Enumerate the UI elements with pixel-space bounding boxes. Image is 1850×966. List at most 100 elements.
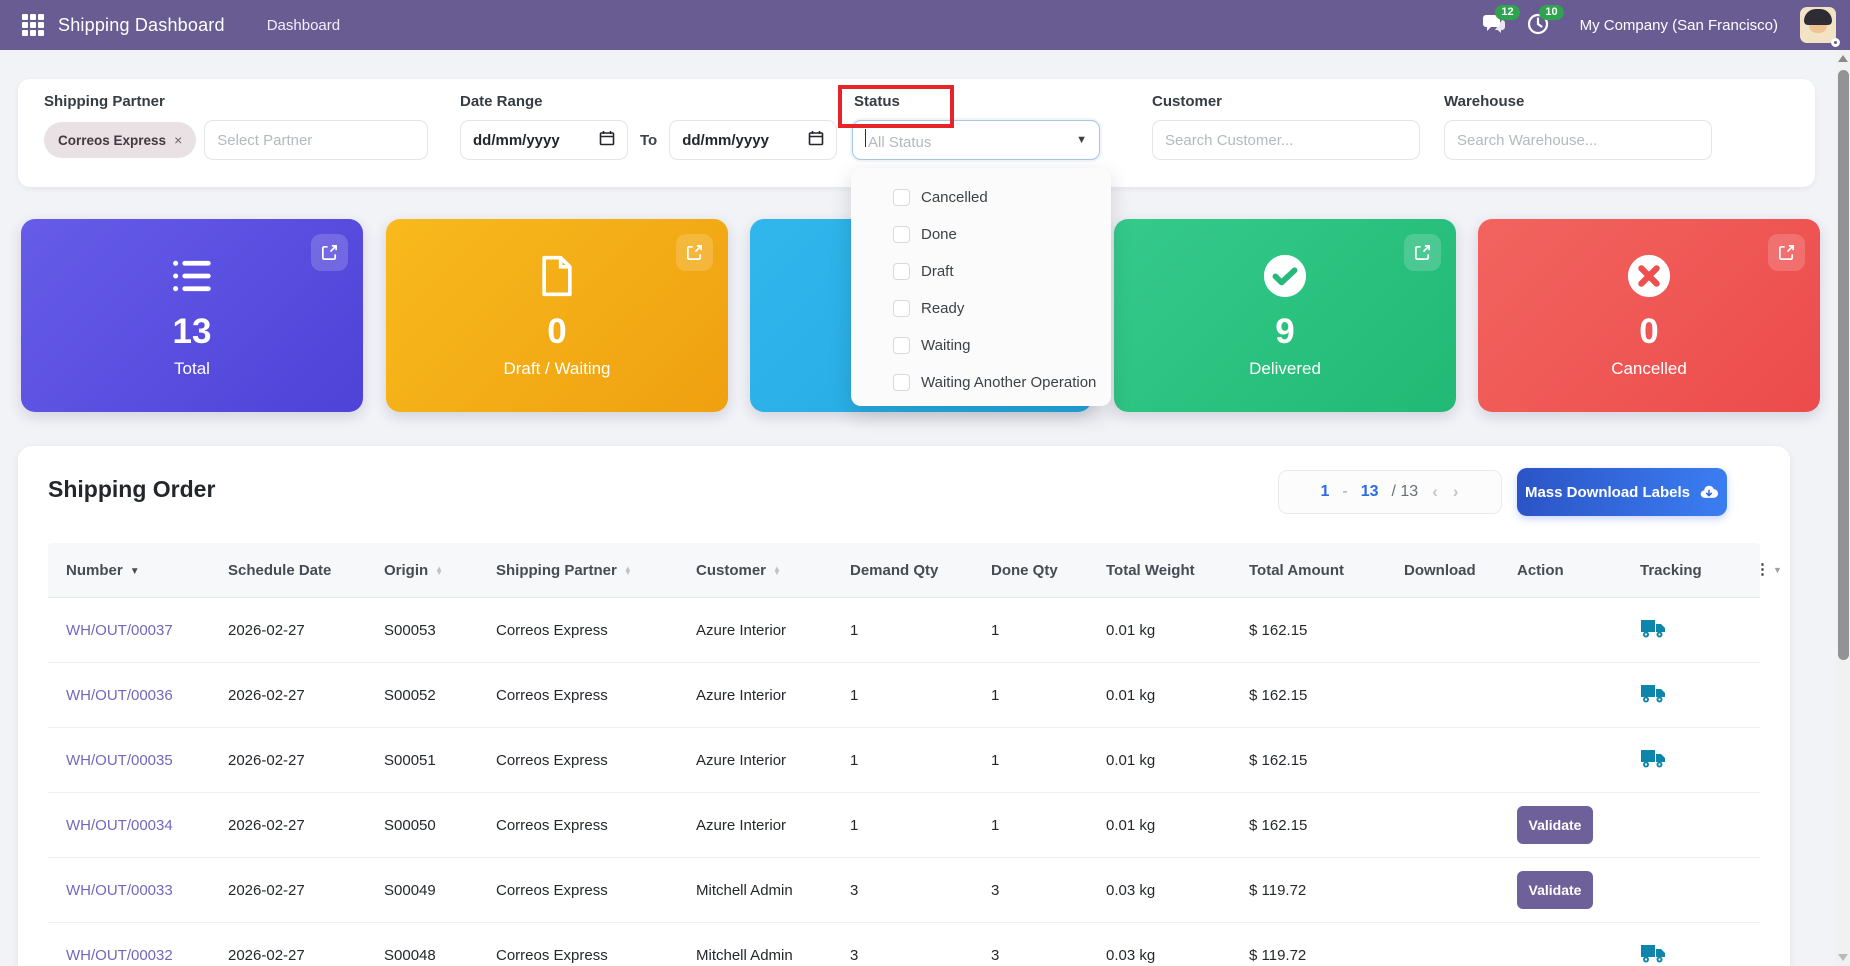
order-number-link[interactable]: WH/OUT/00034	[48, 817, 210, 834]
col-action: Action	[1499, 562, 1622, 579]
menu-dashboard[interactable]: Dashboard	[267, 17, 340, 34]
shipping-partner-placeholder: Select Partner	[217, 132, 312, 149]
truck-icon[interactable]	[1640, 617, 1666, 639]
validate-button[interactable]: Validate	[1517, 871, 1593, 909]
date-to-input[interactable]: dd/mm/yyyy	[669, 120, 837, 160]
stat-label-draft-waiting: Draft / Waiting	[503, 359, 610, 379]
checkbox[interactable]	[893, 337, 910, 354]
check-circle-icon	[1262, 252, 1308, 300]
cell-action: Validate	[1499, 871, 1622, 909]
status-option-waiting-another-operation[interactable]: Waiting Another Operation	[851, 364, 1111, 401]
col-total-weight: Total Weight	[1088, 562, 1231, 579]
pager-end[interactable]: 13	[1361, 483, 1379, 501]
cell-done-qty: 1	[973, 622, 1088, 639]
tag-remove-icon[interactable]: ×	[174, 132, 182, 148]
order-number-link[interactable]: WH/OUT/00033	[48, 882, 210, 899]
top-navbar: Shipping Dashboard Dashboard 12 10 My Co…	[0, 0, 1850, 50]
pager-prev-icon[interactable]: ‹	[1431, 482, 1439, 502]
option-label: Cancelled	[921, 189, 988, 206]
open-records-button[interactable]	[676, 234, 713, 271]
col-customer[interactable]: Customer▲▼	[678, 562, 832, 579]
stat-card-draft-waiting[interactable]: 0 Draft / Waiting	[386, 219, 728, 412]
customer-input[interactable]: Search Customer...	[1152, 120, 1420, 160]
option-label: Ready	[921, 300, 964, 317]
col-origin[interactable]: Origin▲▼	[366, 562, 478, 579]
checkbox[interactable]	[893, 374, 910, 391]
scrollbar-thumb[interactable]	[1838, 70, 1849, 660]
col-number[interactable]: Number▼	[48, 562, 210, 579]
order-number-link[interactable]: WH/OUT/00036	[48, 687, 210, 704]
calendar-icon[interactable]	[599, 130, 615, 150]
company-switcher[interactable]: My Company (San Francisco)	[1580, 17, 1778, 34]
validate-button[interactable]: Validate	[1517, 806, 1593, 844]
activities-icon[interactable]: 10	[1526, 12, 1552, 38]
sort-desc-icon[interactable]: ▼	[130, 566, 140, 577]
checkbox[interactable]	[893, 263, 910, 280]
pager-start[interactable]: 1	[1320, 483, 1329, 501]
shipping-partner-tag[interactable]: Correos Express ×	[44, 122, 196, 158]
truck-icon[interactable]	[1640, 747, 1666, 769]
col-shipping-partner[interactable]: Shipping Partner▲▼	[478, 562, 678, 579]
table-row: WH/OUT/00034 2026-02-27 S00050 Correos E…	[48, 793, 1760, 858]
apps-grid-icon[interactable]	[22, 14, 44, 36]
cell-total-weight: 0.01 kg	[1088, 622, 1231, 639]
open-records-button[interactable]	[311, 234, 348, 271]
x-circle-icon	[1626, 252, 1672, 300]
cell-customer: Mitchell Admin	[678, 947, 832, 964]
scroll-up-arrow[interactable]	[1838, 55, 1848, 62]
stat-label-delivered: Delivered	[1249, 359, 1321, 379]
checkbox[interactable]	[893, 226, 910, 243]
warehouse-input[interactable]: Search Warehouse...	[1444, 120, 1712, 160]
tag-label: Correos Express	[58, 133, 166, 148]
sort-icon[interactable]: ▲▼	[435, 567, 443, 575]
messages-icon[interactable]: 12	[1482, 12, 1508, 38]
optional-columns-button[interactable]: ⋮▼	[1737, 565, 1780, 575]
cell-origin: S00053	[366, 622, 478, 639]
checkbox[interactable]	[893, 189, 910, 206]
option-label: Draft	[921, 263, 954, 280]
mass-download-labels-button[interactable]: Mass Download Labels	[1517, 468, 1727, 516]
stat-card-delivered[interactable]: 9 Delivered	[1114, 219, 1456, 412]
table-row: WH/OUT/00032 2026-02-27 S00048 Correos E…	[48, 923, 1760, 966]
stat-value-cancelled: 0	[1639, 314, 1658, 349]
cell-customer: Azure Interior	[678, 687, 832, 704]
status-option-draft[interactable]: Draft	[851, 253, 1111, 290]
order-number-link[interactable]: WH/OUT/00032	[48, 947, 210, 964]
sort-icon[interactable]: ▲▼	[773, 567, 781, 575]
col-download: Download	[1386, 562, 1499, 579]
order-number-link[interactable]: WH/OUT/00035	[48, 752, 210, 769]
stat-card-total[interactable]: 13 Total	[21, 219, 363, 412]
sort-icon[interactable]: ▲▼	[624, 567, 632, 575]
col-schedule-date[interactable]: Schedule Date	[210, 562, 366, 579]
date-from-input[interactable]: dd/mm/yyyy	[460, 120, 628, 160]
checkbox[interactable]	[893, 300, 910, 317]
open-records-button[interactable]	[1404, 234, 1441, 271]
status-input[interactable]: All Status ▼	[852, 120, 1100, 160]
truck-icon[interactable]	[1640, 682, 1666, 704]
stat-card-cancelled[interactable]: 0 Cancelled	[1478, 219, 1820, 412]
external-link-icon	[1777, 243, 1796, 262]
cell-total-amount: $ 119.72	[1231, 947, 1386, 964]
cell-shipping-partner: Correos Express	[478, 817, 678, 834]
truck-icon[interactable]	[1640, 942, 1666, 964]
vertical-scrollbar[interactable]	[1836, 50, 1850, 966]
status-option-ready[interactable]: Ready	[851, 290, 1111, 327]
order-number-link[interactable]: WH/OUT/00037	[48, 622, 210, 639]
cloud-download-icon	[1699, 482, 1719, 502]
calendar-icon[interactable]	[808, 130, 824, 150]
open-records-button[interactable]	[1768, 234, 1805, 271]
cell-schedule-date: 2026-02-27	[210, 622, 366, 639]
shipping-partner-input[interactable]: Select Partner	[204, 120, 428, 160]
status-option-cancelled[interactable]: Cancelled	[851, 179, 1111, 216]
scroll-down-arrow[interactable]	[1838, 954, 1848, 961]
chevron-down-icon[interactable]: ▼	[1076, 134, 1087, 146]
col-done-qty: Done Qty	[973, 562, 1088, 579]
status-option-waiting[interactable]: Waiting	[851, 327, 1111, 364]
pager-next-icon[interactable]: ›	[1452, 482, 1460, 502]
pager: 1 - 13 / 13 ‹ ›	[1278, 470, 1502, 514]
stat-value-draft-waiting: 0	[547, 314, 566, 349]
status-option-done[interactable]: Done	[851, 216, 1111, 253]
app-title: Shipping Dashboard	[58, 15, 225, 36]
cell-origin: S00051	[366, 752, 478, 769]
user-avatar[interactable]	[1800, 7, 1836, 43]
